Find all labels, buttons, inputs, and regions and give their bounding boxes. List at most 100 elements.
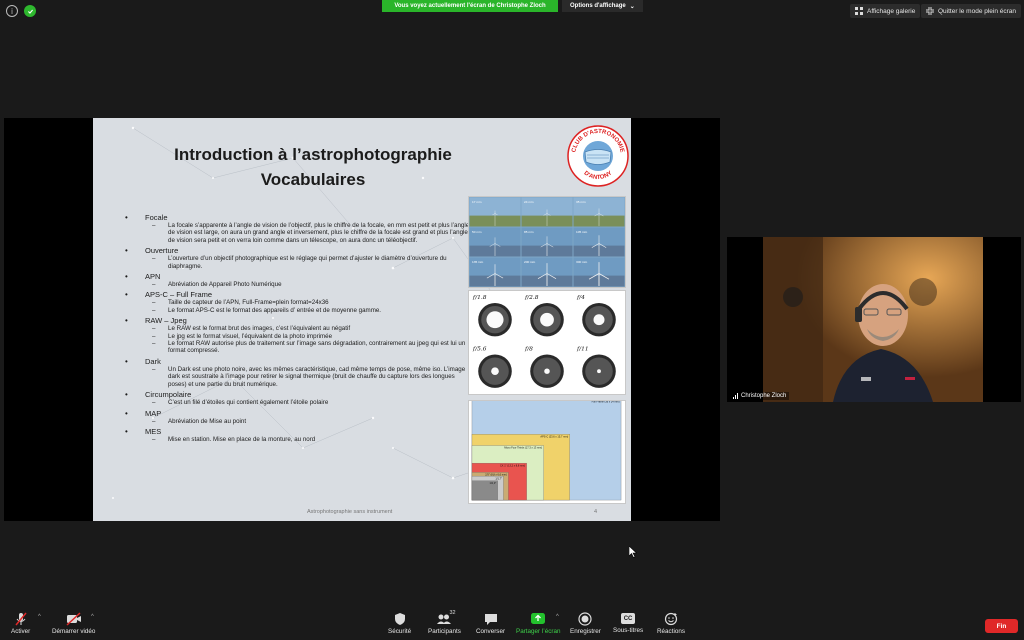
- bullet-dash: –: [152, 340, 156, 348]
- aperture-comparison-image: f/1.8 f/2.8 f/4 f/5.6 f/8 f/11: [468, 290, 626, 395]
- focal-photo-cell: 17 mm: [469, 197, 521, 227]
- aperture-opening: [491, 367, 499, 376]
- focal-photo-cell: 24 mm: [521, 197, 573, 227]
- bullet-subitem: – C’est un filé d’étoiles qui contient ég…: [152, 399, 470, 406]
- bullet-subitem-text: Le format RAW autorise plus de traitemen…: [168, 340, 466, 355]
- bullet-subitem: – Abréviation de Mise au point: [152, 418, 470, 425]
- security-button[interactable]: Sécurité: [388, 612, 411, 635]
- sensor-label: CX 1" (13,2 x 8,8 mm): [500, 463, 525, 467]
- video-options-caret-icon[interactable]: ^: [91, 614, 94, 620]
- focal-length-label: 105 mm: [576, 230, 588, 234]
- bullet-term: APS-C – Full Frame: [145, 290, 213, 300]
- focal-length-label: 50 mm: [472, 230, 482, 234]
- bullet-item: • APN: [125, 272, 470, 281]
- f-number-label: f/4: [576, 295, 585, 301]
- share-options-caret-icon[interactable]: ^: [556, 614, 559, 620]
- bullet-subitem-text: Un Dark est une photo noire, avec les mê…: [168, 365, 466, 388]
- exit-fullscreen-icon: [926, 7, 934, 15]
- bullet-dot: •: [125, 356, 128, 366]
- bullet-subitem: – Le format RAW autorise plus de traiteme…: [152, 340, 470, 355]
- aperture-opening: [540, 312, 554, 327]
- subtitles-button[interactable]: CC Sous-titres: [613, 612, 643, 634]
- end-meeting-button[interactable]: Fin: [985, 619, 1018, 633]
- focal-photo-cell: 35 mm: [573, 197, 625, 227]
- start-video-button[interactable]: Démarrer vidéo: [52, 612, 95, 635]
- f-number-label: f/2.8: [524, 295, 539, 301]
- aperture-opening: [544, 368, 550, 374]
- chat-button[interactable]: Converser: [476, 612, 505, 635]
- f-number-label: f/5.6: [472, 346, 487, 352]
- bullet-subitem: – La focale s’apparente à l’angle de visi…: [152, 222, 470, 244]
- focal-length-label: 35 mm: [576, 200, 586, 204]
- video-camera-off-icon: [66, 612, 81, 626]
- encryption-shield-icon[interactable]: [24, 5, 36, 17]
- screen-share-banner: Vous voyez actuellement l'écran de Chris…: [382, 0, 558, 12]
- bullet-list: • Focale – La focale s’apparente à l’angle …: [125, 213, 470, 445]
- bullet-dot: •: [125, 426, 128, 436]
- bullet-term: MES: [145, 426, 162, 436]
- focal-photo-cell: 300 mm: [573, 257, 625, 287]
- bullet-term: Dark: [145, 356, 161, 366]
- participant-name-label: Christophe Zloch: [730, 392, 790, 400]
- chevron-down-icon: ⌄: [629, 3, 635, 10]
- bullet-subitem-text: L’ouverture d’un objectif photographique…: [168, 255, 447, 270]
- focal-length-label: 300 mm: [576, 260, 588, 264]
- audio-options-caret-icon[interactable]: ^: [38, 614, 41, 620]
- view-options-label: Options d'affichage: [570, 3, 626, 9]
- reactions-label: Réactions: [657, 628, 686, 635]
- chat-label: Converser: [476, 628, 506, 635]
- meeting-info-icon[interactable]: i: [6, 5, 18, 17]
- bullet-subitem: – Le jpg est le format visuel, l’équivale…: [152, 333, 470, 340]
- focal-length-label: 17 mm: [472, 200, 482, 204]
- participants-button[interactable]: 32 Participants: [428, 610, 461, 635]
- bullet-subitem-text: C’est un filé d’étoiles qui contient éga…: [168, 399, 329, 407]
- grid-icon: [855, 7, 863, 15]
- focal-length-label: 200 mm: [524, 260, 536, 264]
- slide-footer: Astrophotographie sans instrument: [307, 509, 393, 515]
- aperture-cell: f/5.6: [472, 346, 512, 388]
- signal-strength-icon: [733, 393, 738, 399]
- share-screen-icon: [531, 613, 546, 624]
- focal-length-comparison-image: 17 mm 24 mm 35 mm 50 mm 85 mm 105 mm 135 mm 200…: [468, 196, 626, 288]
- bullet-dash: –: [152, 435, 156, 443]
- participant-video-tile[interactable]: Christophe Zloch: [727, 237, 1021, 402]
- aperture-cell: f/4: [576, 295, 616, 337]
- record-button[interactable]: Enregistrer: [570, 612, 601, 635]
- reactions-button[interactable]: Réactions: [657, 612, 685, 635]
- bullet-dot: •: [125, 390, 128, 400]
- bullet-subitem-text: Abréviation de Appareil Photo Numérique: [168, 281, 282, 289]
- bullet-item: • Focale: [125, 213, 470, 222]
- bullet-dash: –: [152, 299, 156, 307]
- record-label: Enregistrer: [570, 628, 601, 635]
- sensor-label: 1/2,3": [490, 481, 497, 485]
- share-screen-button[interactable]: Partager l’écran: [516, 612, 560, 635]
- bullet-subitem-text: Le format APS-C est le format des appare…: [168, 306, 382, 314]
- bullet-term: Focale: [145, 213, 168, 222]
- reaction-smiley-icon: [664, 612, 678, 626]
- gallery-view-button[interactable]: Affichage galerie: [850, 4, 921, 18]
- bullet-item: • MAP: [125, 409, 470, 418]
- sensor-label: 1/1,7": [495, 476, 502, 480]
- focal-length-label: 85 mm: [524, 230, 534, 234]
- security-shield-icon: [394, 613, 405, 625]
- bullet-subitem-text: Abréviation de Mise au point: [168, 417, 247, 425]
- focal-length-label: 135 mm: [472, 260, 484, 264]
- mouse-cursor-icon: [629, 546, 637, 558]
- exit-fullscreen-button[interactable]: Quitter le mode plein écran: [921, 4, 1022, 18]
- focal-photo-cell: 200 mm: [521, 257, 573, 287]
- participants-count: 32: [449, 610, 456, 616]
- bullet-subitem: – Abréviation de Appareil Photo Numérique: [152, 281, 470, 288]
- f-number-label: f/8: [524, 346, 533, 352]
- microphone-muted-icon: [15, 612, 27, 626]
- bullet-dash: –: [152, 222, 156, 229]
- aperture-opening: [486, 311, 504, 329]
- bullet-subitem: – Taille de capteur de l’APN, Full-Frame=…: [152, 299, 470, 306]
- closed-captions-icon-text: CC: [623, 615, 633, 622]
- bullet-dash: –: [152, 399, 156, 407]
- sensor-label: Full Frame (36 x 24 mm): [592, 400, 620, 403]
- unmute-button[interactable]: Activer: [11, 612, 30, 635]
- chat-bubble-icon: [484, 614, 497, 625]
- share-screen-label: Partager l’écran: [516, 628, 561, 635]
- bullet-dash: –: [152, 365, 156, 373]
- view-options-dropdown[interactable]: Options d'affichage ⌄: [562, 0, 643, 12]
